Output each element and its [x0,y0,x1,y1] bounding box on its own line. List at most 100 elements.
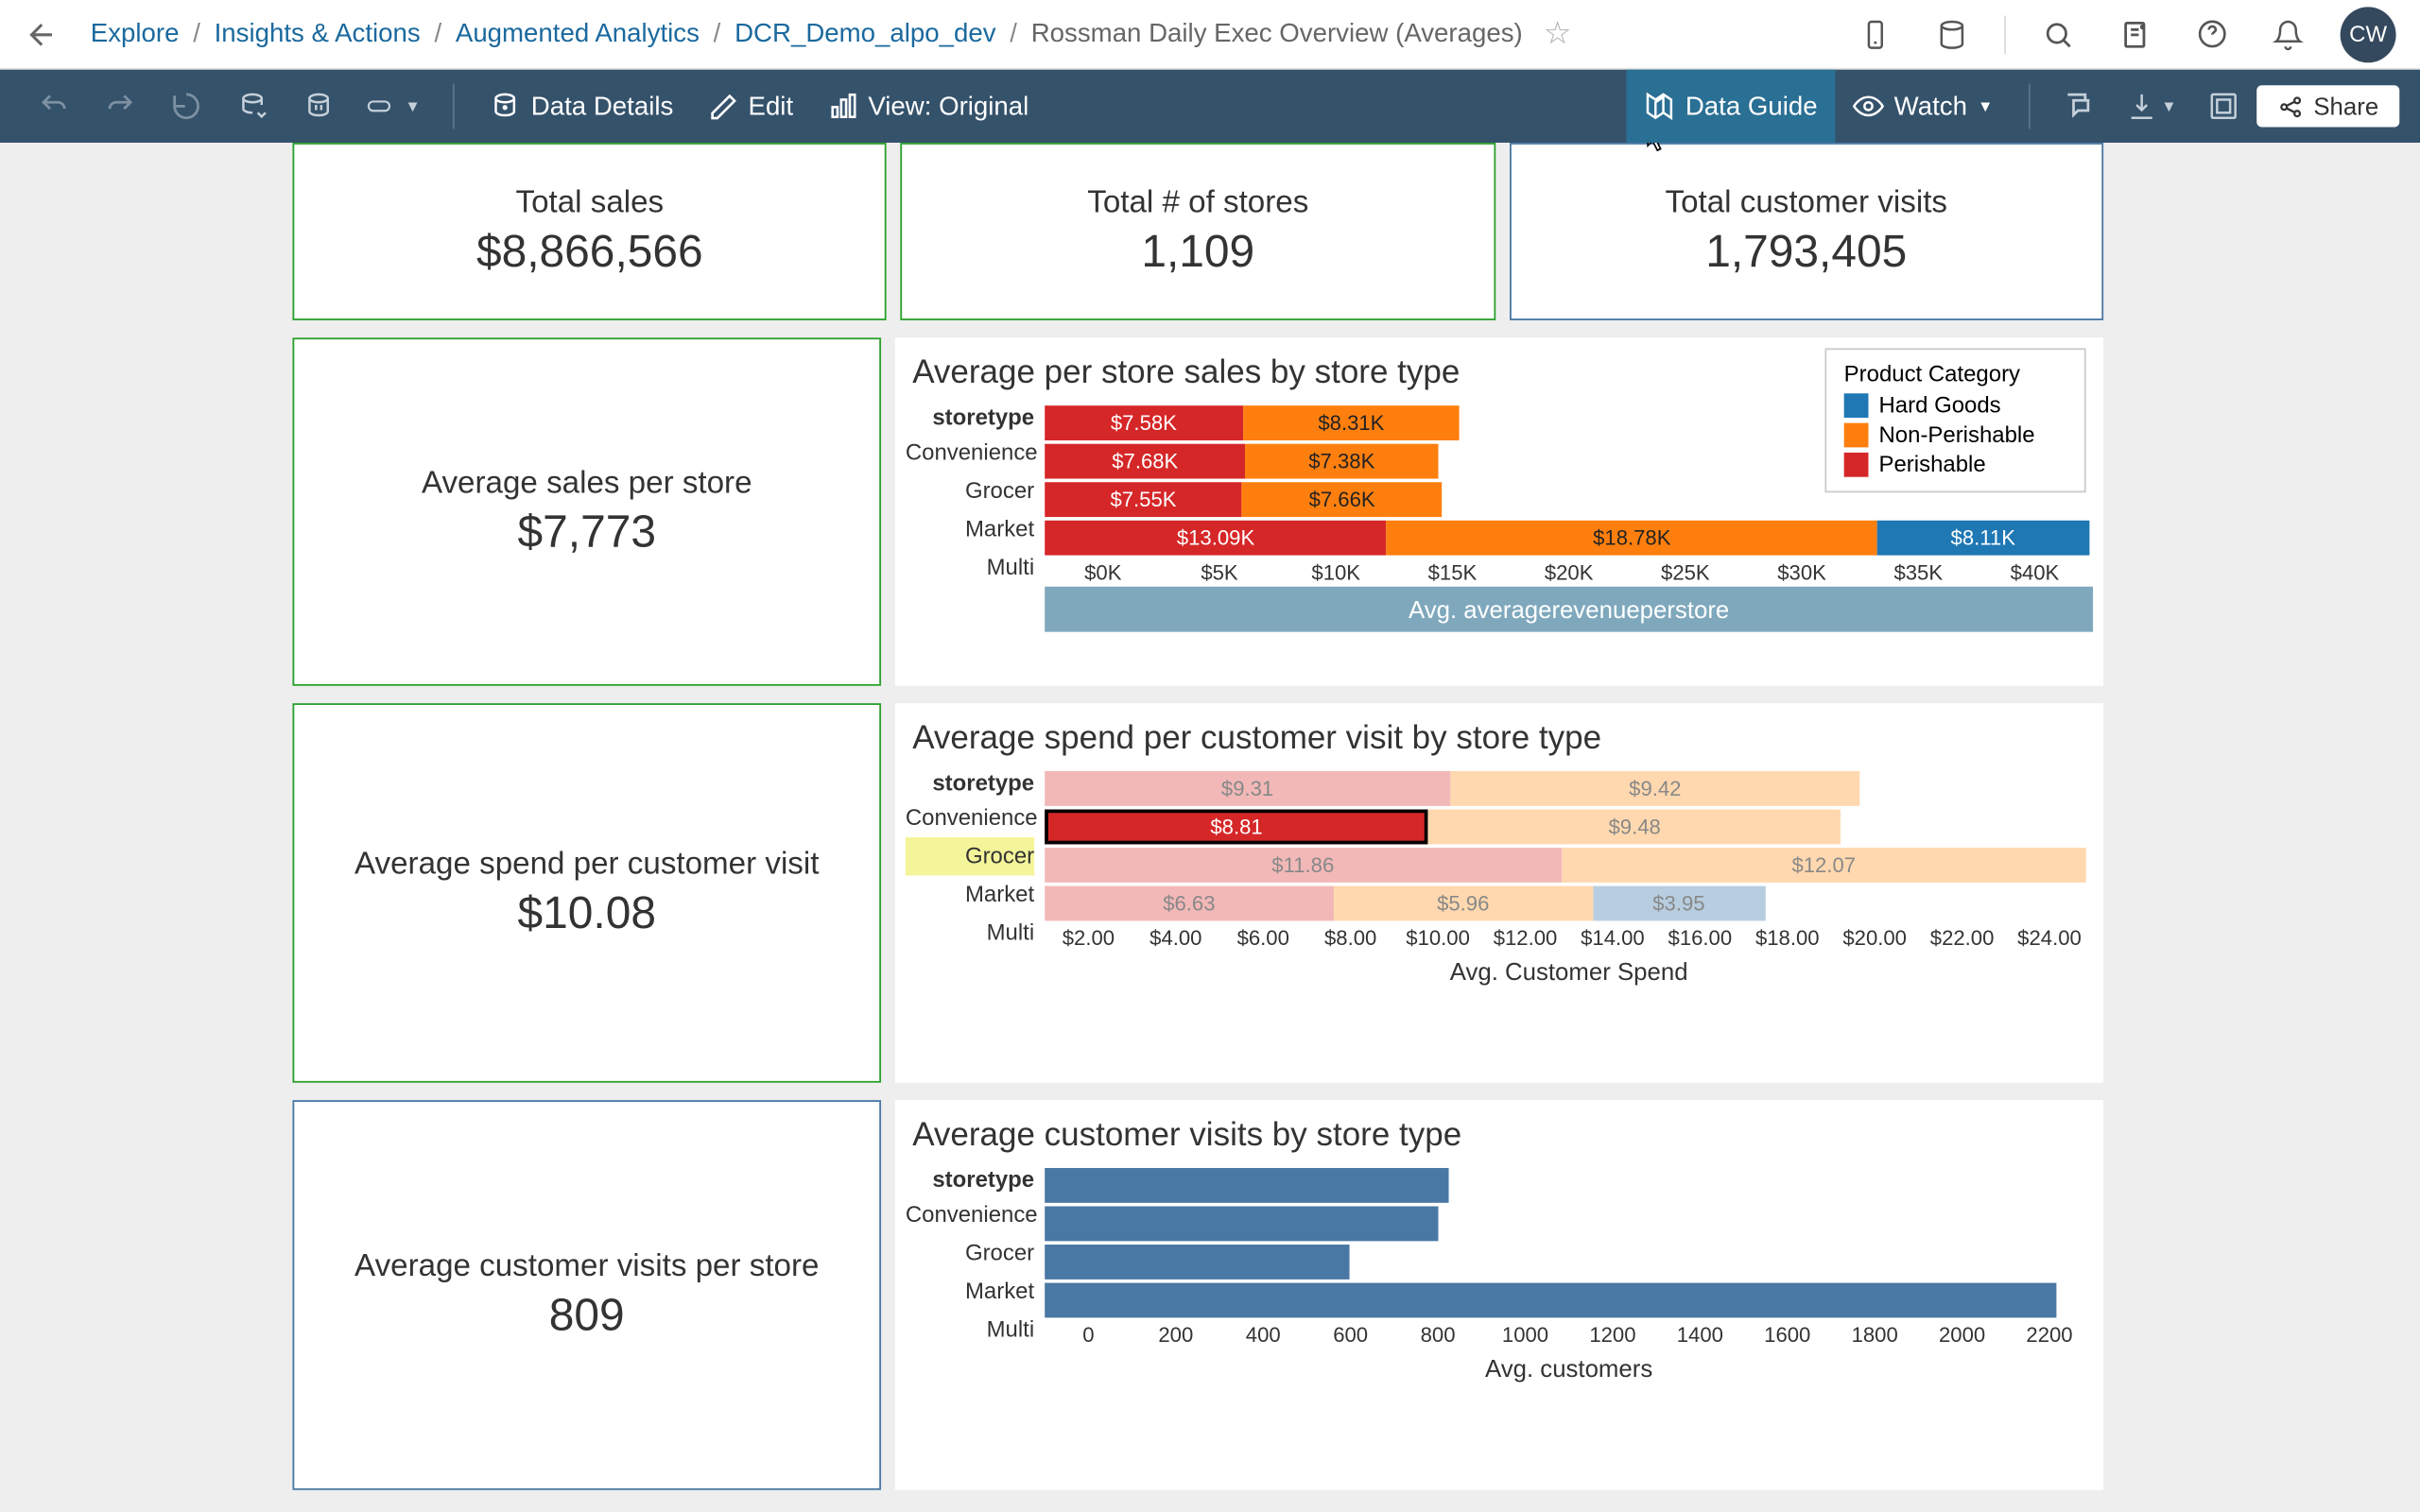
kpi-label: Average spend per customer visit [354,846,819,883]
data-source-icon[interactable] [1927,9,1977,59]
redo-icon[interactable] [91,77,150,136]
breadcrumb-augmented[interactable]: Augmented Analytics [456,19,700,48]
chart-bar-segment[interactable]: $7.58K [1045,405,1242,440]
chart-category: Market [906,510,1034,549]
chart-bar-row[interactable]: $7.68K$7.38K [1045,442,2093,481]
breadcrumb-bar: Explore / Insights & Actions / Augmented… [0,0,2420,70]
chart-bar-segment[interactable]: $3.95 [1593,886,1765,921]
download-icon[interactable]: ▼ [2117,77,2187,136]
view-dropdown-icon[interactable]: ▼ [355,77,432,136]
chart-bar-segment[interactable]: $6.63 [1045,886,1333,921]
chart-bar-row[interactable]: $7.55K$7.66K [1045,480,2093,519]
device-preview-icon[interactable] [1851,9,1900,59]
kpi-value: $10.08 [518,886,656,940]
breadcrumb-current: Rossman Daily Exec Overview (Averages) [1031,19,1523,48]
chart-bar[interactable] [1045,1245,1348,1280]
list-icon[interactable] [2111,9,2160,59]
side-kpi-card[interactable]: Average customer visits per store809 [292,1100,881,1490]
help-icon[interactable] [2187,9,2237,59]
kpi-card[interactable]: Total customer visits1,793,405 [1509,143,2103,320]
chart-bar-segment[interactable]: $18.78K [1387,521,1877,556]
chart-bar-segment[interactable]: $9.48 [1428,810,1841,845]
user-avatar[interactable]: CW [2341,6,2396,61]
chart-card: Average customer visits by store typesto… [895,1100,2103,1490]
chart-bar-segment[interactable]: $13.09K [1045,521,1387,556]
chart-bar-row[interactable]: $6.63$5.96$3.95 [1045,885,2093,923]
watch-button[interactable]: Watch ▼ [1835,70,2011,143]
kpi-label: Total # of stores [1087,184,1308,221]
chart-category: Multi [906,1311,1034,1349]
chart-bar-row[interactable]: $11.86$12.07 [1045,846,2093,885]
chart-bar-segment[interactable]: $7.38K [1245,444,1438,479]
chart-category: Multi [906,548,1034,587]
chart-category: Market [906,876,1034,915]
chart-bar-row[interactable] [1045,1166,2093,1205]
chart-category: Market [906,1273,1034,1312]
data-guide-button[interactable]: Data Guide [1626,70,1835,143]
back-arrow-icon[interactable] [25,16,60,51]
kpi-label: Total sales [515,184,664,221]
chart-card: Average spend per customer visit by stor… [895,703,2103,1083]
chart-title: Average customer visits by store type [912,1118,2093,1157]
data-details-button[interactable]: Data Details [472,70,691,143]
kpi-card[interactable]: Total sales $8,866,566 [292,143,887,320]
breadcrumb-project[interactable]: DCR_Demo_alpo_dev [735,19,995,48]
chart-bar-segment[interactable]: $12.07 [1561,848,2086,883]
chart-bar-segment[interactable]: $7.68K [1045,444,1245,479]
chart-bar-row[interactable]: $8.81$9.48 [1045,808,2093,847]
chart-bar-segment[interactable]: $9.31 [1045,771,1450,806]
chart-bar-segment[interactable]: $7.66K [1242,482,1443,517]
chart-category: Grocer [906,1234,1034,1273]
pause-data-icon[interactable] [289,77,349,136]
chart-title: Average spend per customer visit by stor… [912,721,2093,760]
chart-bar-segment[interactable]: $8.31K [1243,405,1461,440]
notifications-icon[interactable] [2264,9,2313,59]
search-icon[interactable] [2033,9,2083,59]
kpi-value: $8,866,566 [476,225,703,279]
chart-category: Grocer [906,837,1034,876]
chart-bar-row[interactable] [1045,1243,2093,1281]
chart-category: Multi [906,914,1034,953]
chart-bar-row[interactable]: $9.31$9.42 [1045,769,2093,808]
edit-button[interactable]: Edit [691,70,811,143]
chart-bar[interactable] [1045,1168,1448,1203]
chart-xlabel: Avg. Customer Spend [1045,957,2093,985]
side-kpi-card[interactable]: Average spend per customer visit$10.08 [292,703,881,1083]
chart-bar[interactable] [1045,1207,1439,1242]
chart-bar-row[interactable] [1045,1205,2093,1244]
chart-bar[interactable] [1045,1283,2056,1318]
kpi-card[interactable]: Total # of stores 1,109 [901,143,1495,320]
view-original-button[interactable]: View: Original [811,70,1046,143]
chart-bar-segment[interactable]: $5.96 [1334,886,1593,921]
chart-xlabel: Avg. customers [1045,1354,2093,1382]
chart-bar-row[interactable]: $13.09K$18.78K$8.11K [1045,519,2093,558]
chart-bar-segment[interactable]: $9.42 [1450,771,1860,806]
chart-card: Average per store sales by store typePro… [895,337,2103,685]
fullscreen-icon[interactable] [2193,77,2253,136]
breadcrumb-explore[interactable]: Explore [91,19,180,48]
chart-bar-row[interactable]: $7.58K$8.31K [1045,404,2093,442]
kpi-value: 809 [549,1288,625,1342]
chart-bar-segment[interactable]: $7.55K [1045,482,1242,517]
refresh-data-icon[interactable] [223,77,283,136]
chart-category: Convenience [906,1195,1034,1234]
share-button[interactable]: Share [2256,85,2400,127]
chart-category: Convenience [906,799,1034,837]
chart-bar-segment[interactable]: $11.86 [1045,848,1561,883]
undo-icon[interactable] [25,77,84,136]
kpi-label: Average sales per store [422,465,752,502]
kpi-label: Average customer visits per store [354,1248,819,1285]
chart-xlabel-band: Avg. averagerevenueperstore [1045,587,2093,632]
comments-icon[interactable] [2050,77,2110,136]
kpi-label: Total customer visits [1665,184,1946,221]
chart-category: Convenience [906,434,1034,472]
breadcrumb-insights[interactable]: Insights & Actions [215,19,421,48]
kpi-value: 1,109 [1141,225,1254,279]
side-kpi-card[interactable]: Average sales per store$7,773 [292,337,881,685]
chart-bar-segment[interactable]: $8.11K [1877,521,2089,556]
chart-bar-segment[interactable]: $8.81 [1045,810,1428,845]
revert-icon[interactable] [157,77,216,136]
chart-bar-row[interactable] [1045,1281,2093,1320]
favorite-star-icon[interactable]: ☆ [1544,16,1572,53]
chart-category: Grocer [906,472,1034,510]
